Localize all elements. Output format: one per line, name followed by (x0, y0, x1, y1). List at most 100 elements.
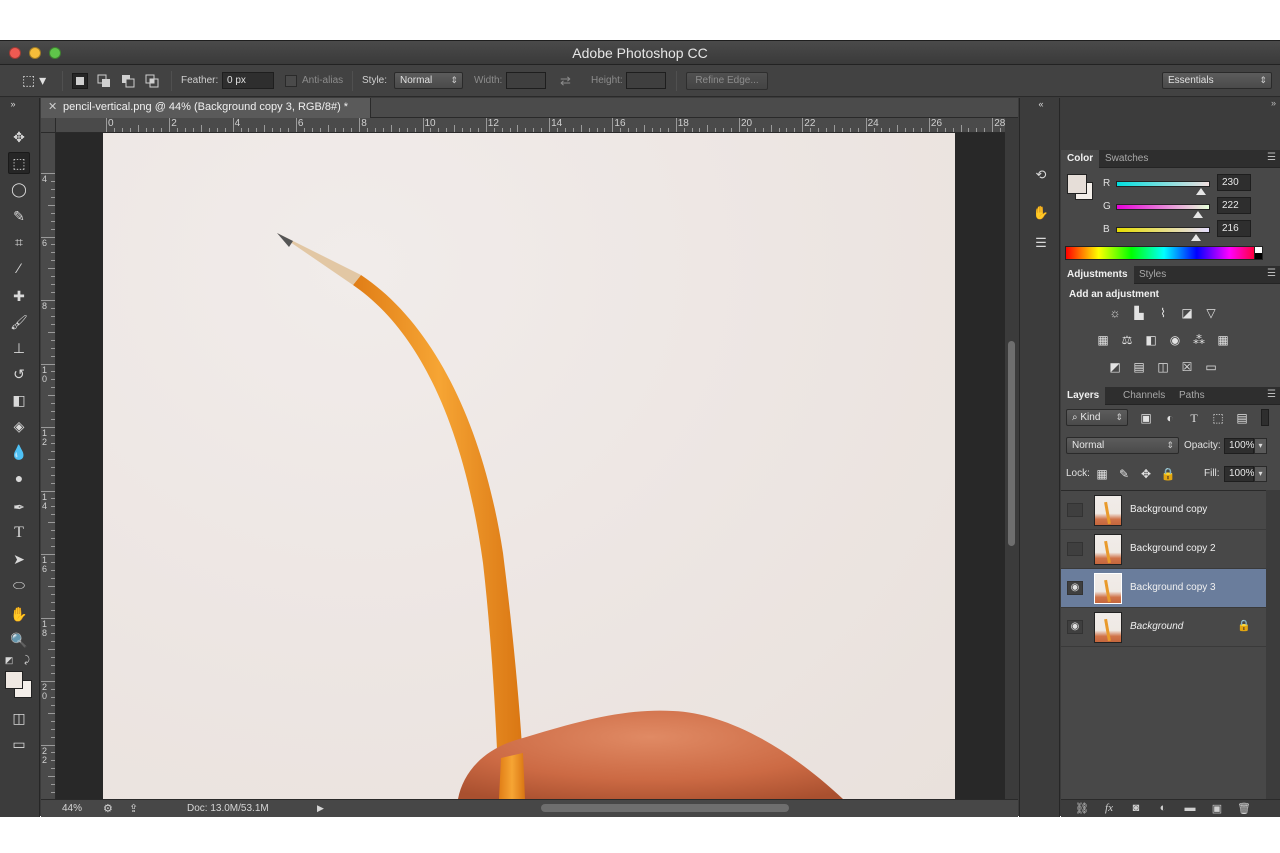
status-options-icon[interactable]: ⚙ (103, 802, 113, 815)
rectangular-marquee-tool-icon[interactable]: ⬚ (8, 152, 30, 174)
layer-row[interactable]: Background copy (1061, 491, 1266, 530)
add-mask-icon[interactable]: ◙ (1128, 802, 1144, 816)
type-tool-icon[interactable]: T (8, 522, 30, 544)
close-tab-icon[interactable]: ✕ (48, 100, 57, 113)
workspace-select[interactable]: Essentials (1162, 72, 1272, 89)
quick-selection-tool-icon[interactable]: ✎ (8, 205, 30, 227)
tab-color[interactable]: Color (1061, 150, 1100, 168)
zoom-level[interactable]: 44% (62, 803, 82, 814)
new-layer-icon[interactable]: ▣ (1209, 802, 1225, 816)
new-adjustment-layer-icon[interactable]: ◐ (1155, 802, 1171, 816)
status-menu-arrow-icon[interactable]: ▶ (317, 803, 324, 814)
green-knob[interactable] (1192, 211, 1203, 218)
channel-mixer-icon[interactable]: ⁂ (1190, 332, 1208, 348)
layer-style-fx-icon[interactable]: fx (1101, 802, 1117, 816)
color-fg-swatch[interactable] (1067, 174, 1087, 194)
threshold-icon[interactable]: ◫ (1154, 359, 1172, 375)
tab-layers[interactable]: Layers (1061, 387, 1106, 405)
eye-icon[interactable]: ◉ (1067, 620, 1083, 634)
delete-layer-icon[interactable]: 🗑 (1236, 802, 1252, 816)
black-white-icon[interactable]: ◧ (1142, 332, 1160, 348)
eyedropper-tool-icon[interactable]: ⁄ (8, 257, 30, 279)
fill-input[interactable]: 100% (1224, 466, 1255, 482)
pen-tool-icon[interactable]: ✒ (8, 496, 30, 518)
tab-swatches[interactable]: Swatches (1099, 150, 1154, 168)
exposure-icon[interactable]: ◪ (1178, 305, 1196, 321)
selective-color-icon[interactable]: ☒ (1178, 359, 1196, 375)
green-slider[interactable]: G 222 (1097, 197, 1277, 221)
layers-panel-menu-icon[interactable]: ☰ (1267, 389, 1276, 400)
layer-filter-select[interactable]: ⌕ Kind (1066, 409, 1128, 426)
lasso-tool-icon[interactable]: ◯ (8, 178, 30, 200)
ellipse-tool-icon[interactable]: ⬭ (8, 574, 30, 596)
clone-stamp-tool-icon[interactable]: ⊥ (8, 337, 30, 359)
move-tool-icon[interactable]: ✥ (8, 126, 30, 148)
collapse-panels-icon[interactable]: « (1030, 98, 1052, 110)
color-balance-icon[interactable]: ⚖ (1118, 332, 1136, 348)
swap-width-height-icon[interactable]: ⇄ (560, 72, 571, 90)
levels-icon[interactable]: ▙ (1130, 305, 1148, 321)
lock-transparent-pixels-icon[interactable]: ▦ (1093, 466, 1111, 482)
swap-colors-icon[interactable]: ⤸ (20, 654, 34, 666)
lock-all-icon[interactable]: 🔒 (1159, 466, 1177, 482)
zoom-tool-icon[interactable]: 🔍 (8, 629, 30, 651)
layer-row[interactable]: ◉ Background 🔒 (1061, 608, 1266, 647)
link-layers-icon[interactable]: ⛓ (1074, 802, 1090, 816)
layer-row-selected[interactable]: ◉ Background copy 3 (1061, 569, 1266, 608)
history-brush-tool-icon[interactable]: ↺ (8, 363, 30, 385)
gradient-map-icon[interactable]: ▭ (1202, 359, 1220, 375)
crop-tool-icon[interactable]: ⌗ (8, 231, 30, 253)
red-track[interactable] (1116, 181, 1210, 187)
lock-position-icon[interactable]: ✥ (1137, 466, 1155, 482)
green-track[interactable] (1116, 204, 1210, 210)
layer-visibility-toggle[interactable] (1067, 542, 1083, 556)
path-selection-tool-icon[interactable]: ➤ (8, 548, 30, 570)
opacity-input[interactable]: 100% (1224, 438, 1255, 454)
default-colors-icon[interactable]: ◩ (2, 654, 16, 666)
blur-tool-icon[interactable]: 💧 (8, 441, 30, 463)
brightness-contrast-icon[interactable]: ☼ (1106, 305, 1124, 321)
fill-dropdown[interactable]: ▾ (1254, 466, 1267, 482)
color-lookup-icon[interactable]: ▦ (1214, 332, 1232, 348)
new-group-icon[interactable]: ▬ (1182, 802, 1198, 816)
filter-smart-object-icon[interactable]: ▤ (1233, 410, 1251, 426)
document-tab[interactable]: ✕ pencil-vertical.png @ 44% (Background … (41, 98, 371, 118)
blue-slider[interactable]: B 216 (1097, 220, 1277, 244)
layers-scrollbar[interactable] (1266, 490, 1280, 817)
vibrance-icon[interactable]: ▽ (1202, 305, 1220, 321)
foreground-color-swatch[interactable] (5, 671, 23, 689)
add-to-selection-icon[interactable] (96, 73, 112, 89)
marquee-tool-preset-icon[interactable]: ⬚ ▾ (22, 71, 50, 89)
eraser-tool-icon[interactable]: ◧ (8, 389, 30, 411)
eye-icon[interactable]: ◉ (1067, 581, 1083, 595)
dodge-tool-icon[interactable]: ● (8, 467, 30, 489)
filter-pixel-icon[interactable]: ▣ (1137, 410, 1155, 426)
healing-brush-tool-icon[interactable]: ✚ (8, 285, 30, 307)
subtract-from-selection-icon[interactable] (120, 73, 136, 89)
toolbox-collapse-icon[interactable]: » (2, 98, 24, 110)
share-icon[interactable]: ⇪ (129, 802, 138, 815)
hand-tool-icon[interactable]: ✋ (8, 603, 30, 625)
tab-channels[interactable]: Channels (1117, 387, 1171, 405)
screen-mode-icon[interactable]: ▭ (8, 733, 30, 755)
feather-input[interactable]: 0 px (222, 72, 274, 89)
invert-icon[interactable]: ◩ (1106, 359, 1124, 375)
new-selection-icon[interactable] (72, 73, 88, 89)
ruler-origin[interactable] (41, 118, 56, 133)
filter-type-icon[interactable]: T (1185, 410, 1203, 426)
intersect-selection-icon[interactable] (144, 73, 160, 89)
quick-mask-icon[interactable]: ◫ (8, 707, 30, 729)
red-value-input[interactable]: 230 (1217, 174, 1251, 191)
color-panel-menu-icon[interactable]: ☰ (1267, 152, 1276, 163)
anti-alias-checkbox[interactable] (285, 75, 297, 87)
opacity-dropdown[interactable]: ▾ (1254, 438, 1267, 454)
width-input[interactable] (506, 72, 546, 89)
tab-adjustments[interactable]: Adjustments (1061, 266, 1134, 284)
adjustments-panel-menu-icon[interactable]: ☰ (1267, 268, 1276, 279)
blue-knob[interactable] (1190, 234, 1201, 241)
red-knob[interactable] (1195, 188, 1206, 195)
green-value-input[interactable]: 222 (1217, 197, 1251, 214)
style-select[interactable]: Normal (394, 72, 463, 89)
vertical-ruler[interactable]: 4681012141618202224 (41, 133, 56, 799)
layer-row[interactable]: Background copy 2 (1061, 530, 1266, 569)
